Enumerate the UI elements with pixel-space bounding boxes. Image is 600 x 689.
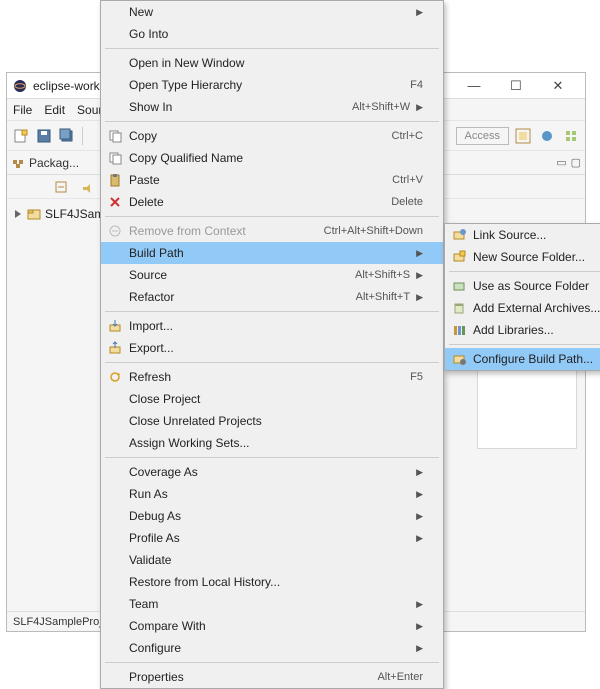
menu-close-project[interactable]: Close Project xyxy=(101,388,443,410)
submenu-add-libraries[interactable]: Add Libraries... xyxy=(445,319,600,341)
eclipse-icon xyxy=(13,79,27,93)
chevron-right-icon: ▶ xyxy=(416,643,423,654)
separator xyxy=(105,216,439,217)
new-icon[interactable] xyxy=(11,126,31,146)
link-source-icon xyxy=(451,227,467,243)
submenu-use-as-source[interactable]: Use as Source Folder xyxy=(445,275,600,297)
separator xyxy=(105,311,439,312)
import-icon xyxy=(107,318,123,334)
copy-icon xyxy=(107,128,123,144)
menu-coverage-as[interactable]: Coverage As▶ xyxy=(101,461,443,483)
menu-restore-local[interactable]: Restore from Local History... xyxy=(101,571,443,593)
library-icon xyxy=(451,322,467,338)
perspective-other-icon[interactable] xyxy=(561,126,581,146)
separator xyxy=(105,457,439,458)
build-path-submenu: Link Source... New Source Folder... Use … xyxy=(444,223,600,371)
chevron-right-icon: ▶ xyxy=(416,248,423,259)
remove-context-icon xyxy=(107,223,123,239)
chevron-right-icon: ▶ xyxy=(416,599,423,610)
minimize-button[interactable]: — xyxy=(453,74,495,98)
menu-remove-context: Remove from ContextCtrl+Alt+Shift+Down xyxy=(101,220,443,242)
menu-close-unrelated[interactable]: Close Unrelated Projects xyxy=(101,410,443,432)
chevron-right-icon: ▶ xyxy=(416,489,423,500)
menu-delete[interactable]: DeleteDelete xyxy=(101,191,443,213)
menu-paste[interactable]: PasteCtrl+V xyxy=(101,169,443,191)
chevron-right-icon: ▶ xyxy=(416,102,423,113)
separator xyxy=(105,121,439,122)
minimize-view-icon[interactable]: ▭ xyxy=(556,156,566,169)
menu-go-into[interactable]: Go Into xyxy=(101,23,443,45)
save-icon[interactable] xyxy=(34,126,54,146)
separator xyxy=(105,48,439,49)
delete-icon xyxy=(107,194,123,210)
separator xyxy=(449,344,600,345)
menu-open-type-hierarchy[interactable]: Open Type HierarchyF4 xyxy=(101,74,443,96)
menu-build-path[interactable]: Build Path▶ xyxy=(101,242,443,264)
chevron-right-icon: ▶ xyxy=(416,7,423,18)
perspective-java-icon[interactable] xyxy=(513,126,533,146)
toolbar-separator xyxy=(82,127,83,145)
separator xyxy=(449,271,600,272)
close-button[interactable]: ✕ xyxy=(537,74,579,98)
menu-new[interactable]: New▶ xyxy=(101,1,443,23)
save-all-icon[interactable] xyxy=(57,126,77,146)
menu-show-in[interactable]: Show InAlt+Shift+W▶ xyxy=(101,96,443,118)
submenu-link-source[interactable]: Link Source... xyxy=(445,224,600,246)
paste-icon xyxy=(107,172,123,188)
chevron-right-icon: ▶ xyxy=(416,621,423,632)
project-icon xyxy=(27,207,41,221)
menu-run-as[interactable]: Run As▶ xyxy=(101,483,443,505)
chevron-right-icon: ▶ xyxy=(416,511,423,522)
window-controls: — ☐ ✕ xyxy=(453,74,579,98)
source-folder-icon xyxy=(451,278,467,294)
quick-access-field[interactable]: Access xyxy=(456,127,509,145)
collapse-all-icon[interactable] xyxy=(51,177,71,197)
new-source-folder-icon xyxy=(451,249,467,265)
submenu-new-source-folder[interactable]: New Source Folder... xyxy=(445,246,600,268)
chevron-right-icon: ▶ xyxy=(416,467,423,478)
statusbar-text: SLF4JSampleProjec xyxy=(13,616,113,628)
link-editor-icon[interactable] xyxy=(77,177,97,197)
separator xyxy=(105,362,439,363)
configure-icon xyxy=(451,351,467,367)
chevron-right-icon: ▶ xyxy=(416,292,423,303)
chevron-right-icon: ▶ xyxy=(416,270,423,281)
menu-profile-as[interactable]: Profile As▶ xyxy=(101,527,443,549)
menu-edit[interactable]: Edit xyxy=(44,103,65,117)
submenu-configure-build-path[interactable]: Configure Build Path... xyxy=(445,348,600,370)
menu-copy-qualified[interactable]: Copy Qualified Name xyxy=(101,147,443,169)
expand-icon[interactable] xyxy=(13,209,23,219)
package-explorer-tab[interactable]: Packag... xyxy=(29,156,79,170)
menu-properties[interactable]: PropertiesAlt+Enter xyxy=(101,666,443,688)
copy-icon xyxy=(107,150,123,166)
menu-refactor[interactable]: RefactorAlt+Shift+T▶ xyxy=(101,286,443,308)
menu-refresh[interactable]: RefreshF5 xyxy=(101,366,443,388)
menu-copy[interactable]: CopyCtrl+C xyxy=(101,125,443,147)
maximize-view-icon[interactable]: ▢ xyxy=(571,156,581,169)
menu-team[interactable]: Team▶ xyxy=(101,593,443,615)
refresh-icon xyxy=(107,369,123,385)
export-icon xyxy=(107,340,123,356)
menu-export[interactable]: Export... xyxy=(101,337,443,359)
separator xyxy=(105,662,439,663)
maximize-button[interactable]: ☐ xyxy=(495,74,537,98)
menu-import[interactable]: Import... xyxy=(101,315,443,337)
chevron-right-icon: ▶ xyxy=(416,533,423,544)
menu-open-new-window[interactable]: Open in New Window xyxy=(101,52,443,74)
menu-source[interactable]: SourceAlt+Shift+S▶ xyxy=(101,264,443,286)
menu-configure[interactable]: Configure▶ xyxy=(101,637,443,659)
menu-validate[interactable]: Validate xyxy=(101,549,443,571)
submenu-add-external-archives[interactable]: Add External Archives... xyxy=(445,297,600,319)
jar-icon xyxy=(451,300,467,316)
package-explorer-icon xyxy=(11,156,25,170)
context-menu: New▶ Go Into Open in New Window Open Typ… xyxy=(100,0,444,689)
menu-assign-working-sets[interactable]: Assign Working Sets... xyxy=(101,432,443,454)
menu-debug-as[interactable]: Debug As▶ xyxy=(101,505,443,527)
menu-file[interactable]: File xyxy=(13,103,32,117)
perspective-jee-icon[interactable] xyxy=(537,126,557,146)
menu-compare-with[interactable]: Compare With▶ xyxy=(101,615,443,637)
